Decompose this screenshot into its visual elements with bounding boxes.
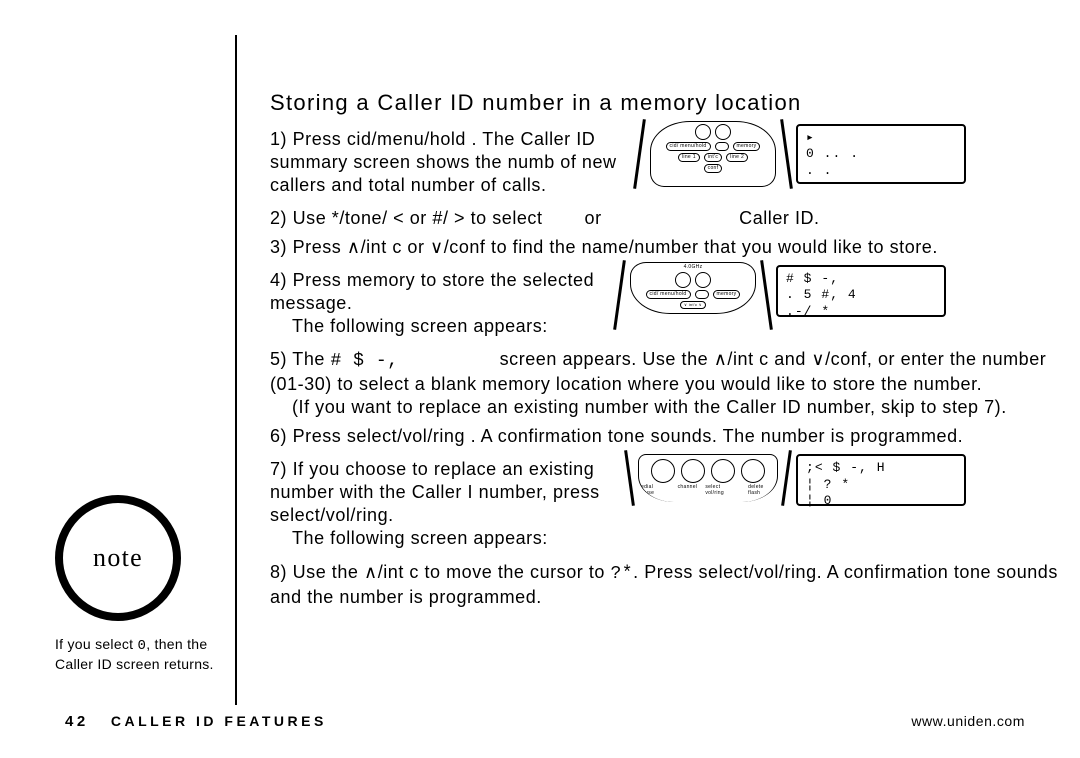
step-5: 5) The # $ -, screen appears. Use the ∧/… [270, 348, 1060, 419]
step-3: 3) Press ∧/int c or ∨/conf to find the n… [270, 236, 1060, 259]
keypad-figure-2: 4.0GHz cid/ menu/holdmemory ∨ int'c ∨ [618, 265, 768, 311]
step-8: 8) Use the ∧/int c to move the cursor to… [270, 561, 1060, 609]
note-label: note [93, 543, 143, 573]
note-icon: note [55, 495, 181, 621]
step-4: 4) Press memory to store the selected me… [270, 269, 610, 338]
lcd-figure-1: ▸ 0 .. . . . [796, 124, 966, 184]
note-text: If you select 0, then the Caller ID scre… [55, 635, 225, 673]
keypad-figure-3: redial pause channel select vol/ring del… [628, 454, 788, 502]
step-6: 6) Press select/vol/ring . A confirmatio… [270, 425, 1060, 448]
step-1-row: 1) Press cid/menu/hold . The Caller ID s… [270, 124, 1060, 203]
column-separator [235, 35, 237, 705]
step-7-row: 7) If you choose to replace an existing … [270, 454, 1060, 556]
section-title: Storing a Caller ID number in a memory l… [270, 90, 1060, 116]
page-footer: 42 CALLER ID FEATURES www.uniden.com [65, 713, 1025, 730]
step-2: 2) Use */tone/ < or #/ > to select or Ca… [270, 207, 1060, 230]
page-number: 42 [65, 713, 89, 730]
step-1: 1) Press cid/menu/hold . The Caller ID s… [270, 128, 630, 197]
footer-left: 42 CALLER ID FEATURES [65, 713, 327, 730]
main-content: Storing a Caller ID number in a memory l… [270, 90, 1060, 609]
section-name: CALLER ID FEATURES [111, 713, 327, 729]
step-7: 7) If you choose to replace an existing … [270, 458, 620, 550]
lcd-figure-2: # $ -, . 5 #, 4 .-/ * [776, 265, 946, 317]
lcd-figure-3: ;< $ -, H ¦ ? * ¦ 0 [796, 454, 966, 506]
footer-url: www.uniden.com [911, 713, 1025, 729]
step-4-row: 4) Press memory to store the selected me… [270, 265, 1060, 344]
note-column: note If you select 0, then the Caller ID… [55, 495, 225, 673]
keypad-figure-1: cid/ menu/holdmemory line 1int'cline 2 c… [638, 124, 788, 184]
manual-page: note If you select 0, then the Caller ID… [0, 0, 1080, 758]
